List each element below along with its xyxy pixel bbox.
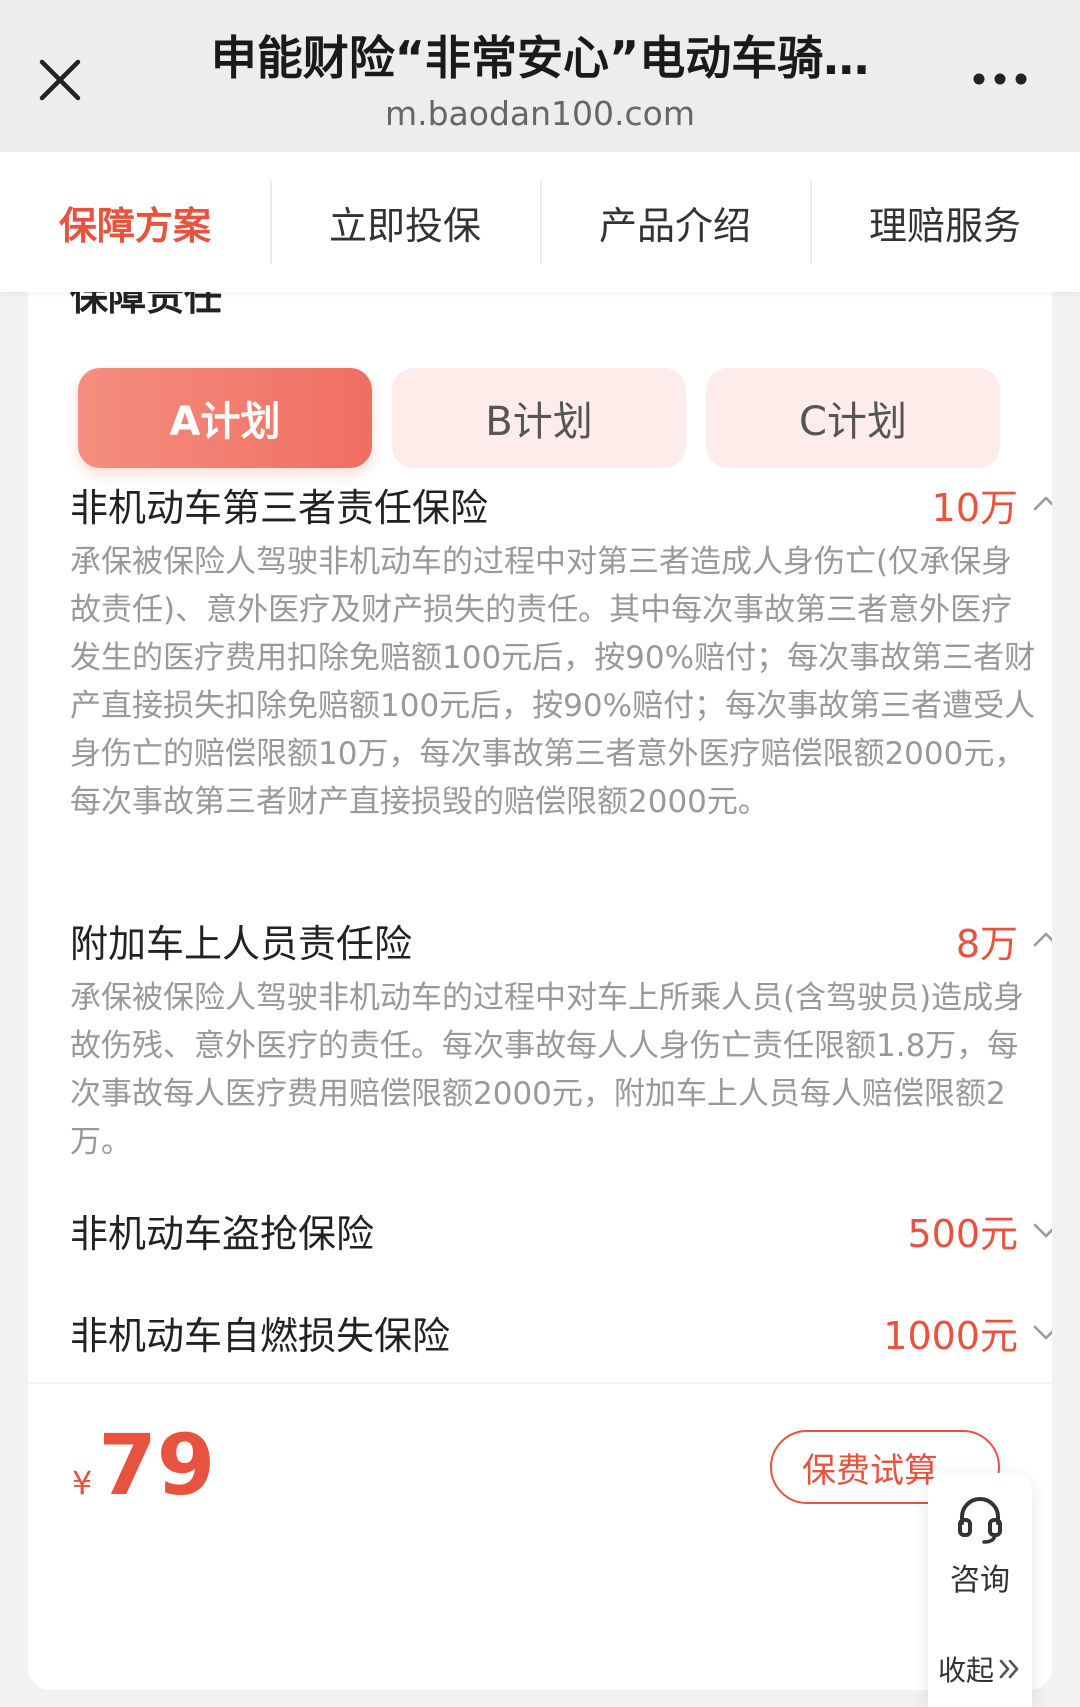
plan-selector: A计划 B计划 C计划 bbox=[78, 368, 1000, 468]
coverage-item-name: 附加车上人员责任险 bbox=[70, 921, 413, 966]
tab-bar: 保障方案 立即投保 产品介绍 理赔服务 bbox=[0, 152, 1080, 292]
coverage-item-description: 承保被保险人驾驶非机动车的过程中对第三者造成人身伤亡(仅承保身故责任)、意外医疗… bbox=[70, 544, 1036, 820]
collapse-label: 收起 bbox=[937, 1654, 994, 1687]
price-value: 79 bbox=[98, 1416, 216, 1514]
coverage-item-theft[interactable]: 非机动车盗抢保险 500元 bbox=[70, 1200, 1052, 1260]
more-dots-icon bbox=[973, 73, 1027, 85]
coverage-item-self-ignition[interactable]: 非机动车自燃损失保险 1000元 bbox=[70, 1302, 1052, 1362]
coverage-item-name: 非机动车盗抢保险 bbox=[70, 1211, 375, 1256]
more-button[interactable] bbox=[960, 64, 1040, 94]
tab-claim-service[interactable]: 理赔服务 bbox=[810, 152, 1080, 292]
tab-coverage-plan[interactable]: 保障方案 bbox=[0, 152, 270, 292]
coverage-item-amount: 10万 bbox=[931, 485, 1018, 530]
consult-button[interactable]: 咨询 bbox=[928, 1493, 1032, 1599]
headset-icon bbox=[958, 1497, 1002, 1544]
coverage-item-amount: 1000元 bbox=[883, 1313, 1018, 1358]
price-display: ¥ 79 bbox=[72, 1420, 215, 1510]
coverage-item-amount: 8万 bbox=[955, 921, 1018, 966]
currency-symbol: ¥ bbox=[72, 1464, 93, 1502]
collapse-button[interactable]: 收起 bbox=[928, 1649, 1032, 1689]
chevron-down-icon bbox=[1033, 1325, 1052, 1340]
page-title: 申能财险“非常安心”电动车骑… bbox=[210, 31, 870, 85]
chevron-up-icon bbox=[1033, 932, 1052, 947]
page-url: m.baodan100.com bbox=[384, 94, 696, 133]
chevron-down-icon bbox=[1033, 1223, 1052, 1238]
coverage-item-passenger[interactable]: 附加车上人员责任险 8万 bbox=[70, 910, 1052, 970]
chevron-up-icon bbox=[1033, 496, 1052, 511]
page-header: 申能财险“非常安心”电动车骑… m.baodan100.com bbox=[130, 28, 950, 134]
close-icon bbox=[39, 59, 81, 101]
floating-service-panel: 咨询 收起 bbox=[928, 1473, 1032, 1707]
coverage-card: 保障责任 A计划 B计划 C计划 非机动车第三者责任保险 10万 承保被保险人驾… bbox=[28, 270, 1052, 1690]
coverage-item-name: 非机动车自燃损失保险 bbox=[70, 1313, 451, 1358]
tab-buy-now[interactable]: 立即投保 bbox=[270, 152, 540, 292]
plan-c-button[interactable]: C计划 bbox=[706, 368, 1000, 468]
coverage-item-amount: 500元 bbox=[907, 1211, 1018, 1256]
close-button[interactable] bbox=[30, 50, 90, 110]
tab-product-intro[interactable]: 产品介绍 bbox=[540, 152, 810, 292]
coverage-item-description: 承保被保险人驾驶非机动车的过程中对车上所乘人员(含驾驶员)造成身故伤残、意外医疗… bbox=[70, 980, 1025, 1160]
top-bar: 申能财险“非常安心”电动车骑… m.baodan100.com bbox=[0, 0, 1080, 152]
plan-a-button[interactable]: A计划 bbox=[78, 368, 372, 468]
coverage-item-third-party[interactable]: 非机动车第三者责任保险 10万 bbox=[70, 474, 1052, 534]
plan-b-button[interactable]: B计划 bbox=[392, 368, 686, 468]
divider bbox=[28, 1382, 1052, 1384]
consult-label: 咨询 bbox=[950, 1563, 1010, 1598]
coverage-item-name: 非机动车第三者责任保险 bbox=[70, 485, 489, 530]
double-chevron-right-icon bbox=[999, 1659, 1019, 1679]
